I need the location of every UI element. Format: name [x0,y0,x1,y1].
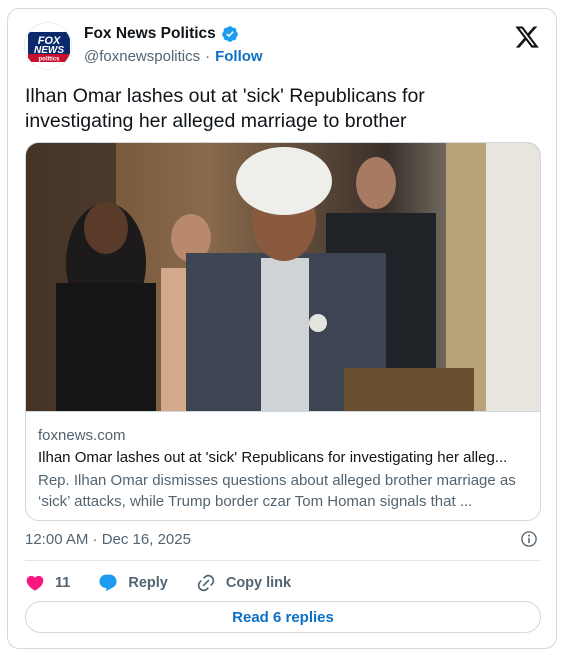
link-preview-meta: foxnews.com Ilhan Omar lashes out at 'si… [26,411,540,520]
author-handle-row: @foxnewspolitics · Follow [84,48,263,65]
read-replies-button[interactable]: Read 6 replies [25,601,541,633]
link-description: Rep. Ilhan Omar dismisses questions abou… [38,472,516,510]
svg-text:NEWS: NEWS [34,45,64,56]
svg-text:politics: politics [38,57,60,63]
info-icon[interactable] [520,530,538,548]
tweet-timestamp[interactable]: 12:00 AM · Dec 16, 2025 [25,531,191,548]
tweet-embed-card: FOX NEWS politics Fox News Politics @fox… [7,8,557,649]
author-display-name[interactable]: Fox News Politics [84,25,216,43]
link-title: Ilhan Omar lashes out at 'sick' Republic… [38,449,508,466]
copy-link-label: Copy link [225,575,292,591]
follow-button[interactable]: Follow [215,48,263,65]
reply-label: Reply [128,575,168,591]
fox-news-logo: FOX NEWS politics [25,23,71,69]
tweet-text: Ilhan Omar lashes out at 'sick' Republic… [25,85,425,132]
author-handle[interactable]: @foxnewspolitics [84,48,200,65]
avatar[interactable]: FOX NEWS politics [24,22,72,70]
action-bar: 11 Reply Copy link [25,571,319,595]
verified-badge-icon [221,25,239,43]
like-count: 11 [55,575,71,591]
like-button[interactable]: 11 [25,573,70,593]
link-domain: foxnews.com [38,427,126,444]
heart-icon [26,575,44,591]
article-photo [26,143,540,411]
x-logo-icon[interactable] [514,24,540,50]
reply-bubble-icon [99,574,117,592]
reply-button[interactable]: Reply [98,573,168,593]
copy-link-button[interactable]: Copy link [196,573,291,593]
link-preview-card[interactable]: foxnews.com Ilhan Omar lashes out at 'si… [25,142,541,521]
author-name-row: Fox News Politics [84,25,239,43]
divider [25,560,541,561]
link-icon [197,574,215,592]
separator-dot: · [205,48,211,65]
